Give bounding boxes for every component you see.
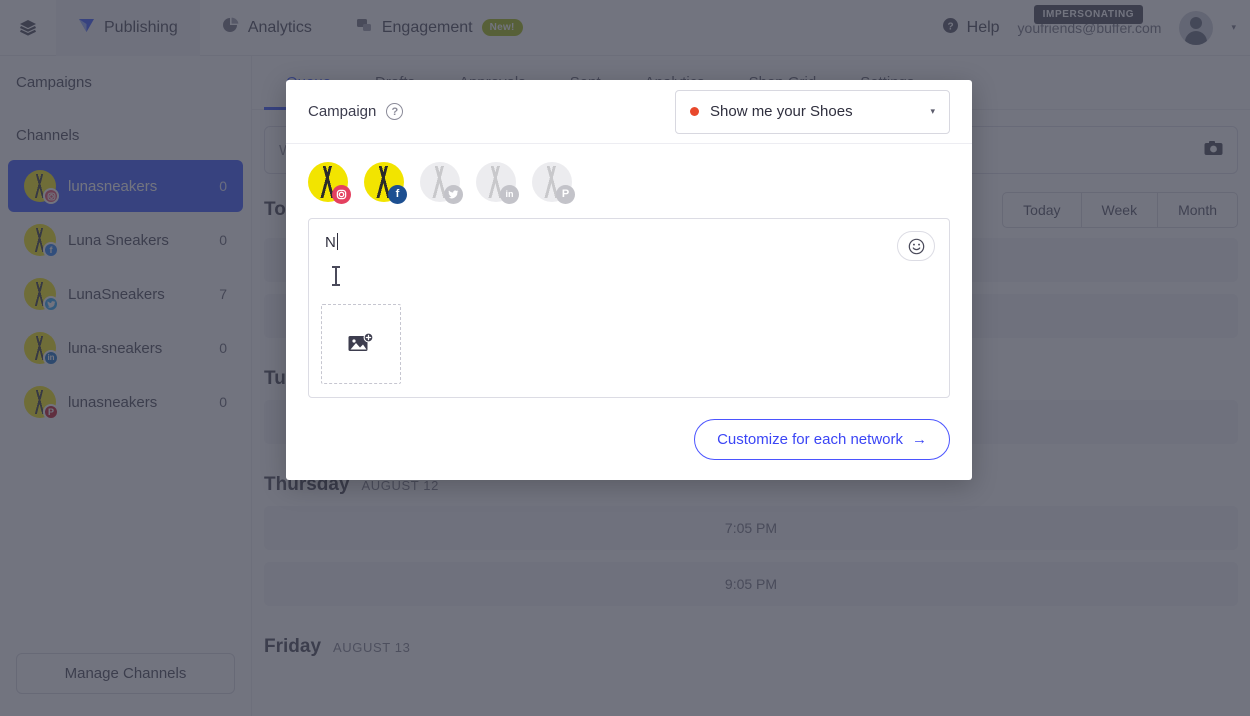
text-caret [336,233,338,250]
pinterest-icon: P [556,185,575,204]
profile-selector: f in P [286,144,972,214]
profile-avatar-pinterest[interactable]: P [532,162,575,204]
linkedin-icon: in [500,185,519,204]
chevron-down-icon: ▾ [930,106,935,116]
modal-footer: Customize for each network → [286,403,972,480]
profile-avatar-facebook[interactable]: f [364,162,407,204]
app-root: Publishing Analytics E [0,0,1250,716]
composer-modal: Campaign ? Show me your Shoes ▾ f in P N… [286,80,972,480]
customize-label: Customize for each network [717,431,903,448]
profile-avatar-twitter[interactable] [420,162,463,204]
post-editor[interactable]: N [308,218,950,398]
text-cursor-icon [332,266,340,286]
add-image-icon[interactable] [321,304,401,384]
twitter-icon [444,185,463,204]
campaign-select[interactable]: Show me your Shoes ▾ [675,89,950,134]
profile-avatar-instagram[interactable] [308,162,351,204]
emoji-smiley-icon[interactable] [897,231,935,261]
editor-typed-text: N [325,234,336,251]
campaign-color-dot [690,107,699,116]
modal-header: Campaign ? Show me your Shoes ▾ [286,80,972,144]
instagram-icon [332,185,351,204]
facebook-icon: f [388,185,407,204]
editor-content: N [325,233,933,251]
campaign-selected-value: Show me your Shoes [710,103,853,120]
customize-for-each-network-button[interactable]: Customize for each network → [694,419,950,460]
question-mark-icon[interactable]: ? [386,103,404,120]
arrow-right-icon: → [912,431,927,448]
campaign-label: Campaign [308,103,377,120]
profile-avatar-linkedin[interactable]: in [476,162,519,204]
